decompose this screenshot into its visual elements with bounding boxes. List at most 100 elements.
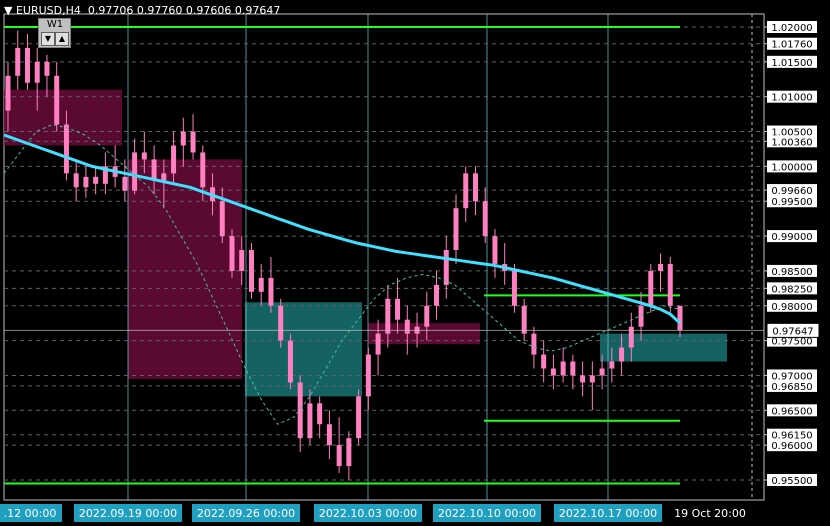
y-tick-label: 1.01000 xyxy=(771,93,812,104)
zone-supply xyxy=(4,89,122,146)
candle-body xyxy=(395,298,401,320)
x-tick-label: 2022.09.26 00:00 xyxy=(197,507,295,520)
triangle-down-icon[interactable]: ▼ xyxy=(4,4,16,17)
candle-body xyxy=(34,61,40,83)
candle-body xyxy=(541,354,547,369)
candle-body xyxy=(589,375,595,383)
candle-body xyxy=(638,305,644,327)
candle-body xyxy=(190,131,196,153)
candle-body xyxy=(482,201,488,237)
candle-body xyxy=(93,176,99,184)
candle-body xyxy=(375,333,381,355)
y-tick-label: 0.99000 xyxy=(771,232,812,243)
candle-body xyxy=(229,236,235,271)
triangle-up-icon[interactable]: ▲ xyxy=(55,32,69,46)
y-tick-label: 0.97500 xyxy=(771,337,812,348)
x-tick-label: 2022.09.19 00:00 xyxy=(79,507,177,520)
candle-body xyxy=(472,173,478,202)
candle-body xyxy=(648,270,654,306)
plot-frame xyxy=(3,13,765,501)
candle-body xyxy=(463,173,469,209)
candle-body xyxy=(599,368,605,376)
triangle-down-icon[interactable]: ▼ xyxy=(41,32,55,46)
x-tick-label: 2022.10.03 00:00 xyxy=(319,507,417,520)
candle-body xyxy=(161,173,167,181)
candle-body xyxy=(580,375,586,383)
candle-body xyxy=(200,152,206,188)
candle-body xyxy=(628,326,634,348)
candle-body xyxy=(609,361,615,369)
candle-body xyxy=(317,403,323,425)
candle-body xyxy=(54,75,60,125)
candle-body xyxy=(326,424,332,446)
y-tick-label: 1.01760 xyxy=(771,40,812,51)
candle-body xyxy=(151,159,157,181)
candle-body xyxy=(560,361,566,376)
timeframe-box[interactable]: W1 ▼ ▲ xyxy=(38,18,71,48)
y-tick-label: 0.96500 xyxy=(771,406,812,417)
candle-body xyxy=(570,361,576,376)
y-tick-label: 0.99500 xyxy=(771,197,812,208)
candle-body xyxy=(385,298,391,334)
candle-body xyxy=(219,201,225,237)
candle-body xyxy=(63,124,69,174)
zone-demand xyxy=(600,333,727,362)
y-tick-label: 0.96850 xyxy=(771,382,812,393)
candle-body xyxy=(122,176,128,191)
candle-body xyxy=(453,208,459,251)
candle-body xyxy=(24,47,30,83)
y-tick-label: 0.98250 xyxy=(771,284,812,295)
ohlc-values: 0.97706 0.97760 0.97606 0.97647 xyxy=(87,4,281,17)
candle-body xyxy=(141,152,147,160)
x-tick-label: 2022.10.10 00:00 xyxy=(438,507,536,520)
zone-supply xyxy=(128,159,242,379)
y-tick-label: 0.98500 xyxy=(771,267,812,278)
current-price-tag: 0.97647 xyxy=(772,326,813,337)
candle-body xyxy=(336,445,342,467)
candle-body xyxy=(550,368,556,376)
candle-body xyxy=(258,277,264,292)
price-chart[interactable]: 1.020001.017601.015001.010001.005001.003… xyxy=(0,0,830,526)
candle-body xyxy=(492,236,498,264)
y-tick-label: 1.00360 xyxy=(771,137,812,148)
chart-header: ▼ EURUSD,H4 0.97706 0.97760 0.97606 0.97… xyxy=(4,4,280,17)
candle-body xyxy=(239,250,245,271)
candle-body xyxy=(171,145,177,174)
y-tick-label: 0.95500 xyxy=(771,476,812,487)
x-tick-label: 2022.10.17 00:00 xyxy=(559,507,657,520)
candle-body xyxy=(73,173,79,188)
candle-body xyxy=(268,277,274,306)
candle-body xyxy=(404,319,410,334)
x-tick-label: 19 Oct 20:00 xyxy=(674,507,746,520)
candle-body xyxy=(5,75,11,111)
candle-body xyxy=(658,263,664,271)
candle-body xyxy=(132,152,138,191)
candle-body xyxy=(677,305,683,331)
y-tick-label: 0.98000 xyxy=(771,302,812,313)
candle-body xyxy=(443,250,449,285)
candle-body xyxy=(297,382,303,439)
candle-body xyxy=(531,333,537,355)
zone-demand xyxy=(245,302,362,397)
candle-body xyxy=(83,176,89,188)
candle-body xyxy=(619,347,625,362)
candle-body xyxy=(667,263,673,306)
candle-body xyxy=(287,340,293,383)
candle-body xyxy=(248,250,254,292)
x-tick-label: .12 00:00 xyxy=(4,507,57,520)
y-tick-label: 0.96000 xyxy=(771,441,812,452)
candle-body xyxy=(365,354,371,397)
candle-body xyxy=(434,284,440,306)
candle-body xyxy=(278,305,284,341)
y-tick-label: 1.01500 xyxy=(771,58,812,69)
candle-body xyxy=(511,270,517,306)
candle-body xyxy=(346,438,352,467)
candle-body xyxy=(44,61,50,76)
symbol-label: EURUSD,H4 xyxy=(15,4,81,17)
candle-body xyxy=(180,131,186,146)
timeframe-label: W1 xyxy=(46,19,64,30)
y-tick-label: 1.02000 xyxy=(771,23,812,34)
candle-body xyxy=(424,305,430,327)
candle-body xyxy=(356,396,362,439)
candle-body xyxy=(521,305,527,334)
